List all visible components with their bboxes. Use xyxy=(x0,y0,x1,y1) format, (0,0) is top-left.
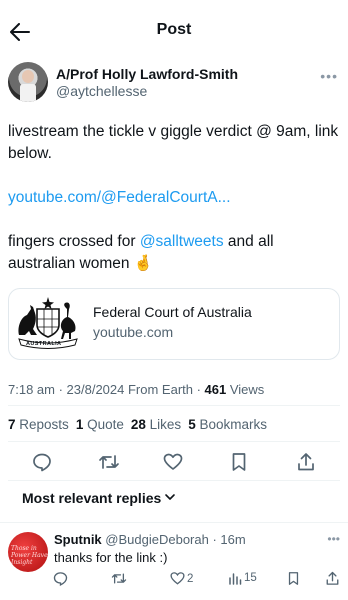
reply-header: Sputnik @BudgieDeborah · 16m xyxy=(54,532,246,547)
top-bar: Post xyxy=(0,0,348,60)
reply-separator: · xyxy=(208,532,221,547)
reply-like-count: 2 xyxy=(187,572,194,585)
reply-avatar-text: Those in Power Have Insight xyxy=(11,545,48,566)
divider xyxy=(8,480,340,481)
reply-action-bar: 2 15 xyxy=(0,571,348,589)
reply-avatar[interactable]: Those in Power Have Insight xyxy=(8,532,48,572)
views-label: Views xyxy=(226,382,265,397)
reply-bookmark-icon[interactable] xyxy=(287,571,300,586)
link-preview-card[interactable]: AUSTRALIA Federal Court of Australia you… xyxy=(8,288,340,360)
post-text-prefix: fingers crossed for xyxy=(8,233,140,250)
more-options-icon[interactable]: ••• xyxy=(320,68,338,84)
post-meta: 7:18 am · 23/8/2024 From Earth · 461 Vie… xyxy=(8,382,264,397)
card-title: Federal Court of Australia xyxy=(93,304,252,320)
reply-item[interactable]: Those in Power Have Insight Sputnik @Bud… xyxy=(0,522,348,600)
post-author: A/Prof Holly Lawford-Smith @aytchellesse… xyxy=(8,62,340,106)
reply-views-count: 15 xyxy=(244,572,257,584)
share-icon[interactable] xyxy=(292,448,320,476)
post-body: livestream the tickle v giggle verdict @… xyxy=(8,121,342,297)
views-chart-icon xyxy=(229,573,242,585)
bookmark-icon[interactable] xyxy=(225,448,253,476)
mention-link[interactable]: @salltweets xyxy=(140,233,224,250)
crossed-fingers-emoji: 🤞 xyxy=(133,255,154,272)
views-count: 461 xyxy=(204,382,227,397)
likes-stat[interactable]: 28 Likes xyxy=(131,417,181,432)
post-stats: 7 Reposts 1 Quote 28 Likes 5 Bookmarks xyxy=(8,417,267,432)
reply-more-options-icon[interactable]: ••• xyxy=(327,532,340,546)
post-timestamp: 7:18 am · 23/8/2024 From Earth · xyxy=(8,382,205,397)
post-text-line: livestream the tickle v giggle verdict @… xyxy=(8,123,339,162)
page-title: Post xyxy=(156,21,192,38)
repost-icon[interactable] xyxy=(95,448,123,476)
card-domain: youtube.com xyxy=(93,324,174,340)
logo-banner-text: AUSTRALIA xyxy=(26,341,62,347)
like-icon[interactable] xyxy=(159,448,187,476)
reply-reply-icon[interactable] xyxy=(53,571,68,586)
reply-author-name[interactable]: Sputnik xyxy=(54,532,102,547)
reply-text: thanks for the link :) xyxy=(54,550,168,565)
reply-time: 16m xyxy=(220,532,246,547)
reply-views-button[interactable]: 15 xyxy=(228,571,257,585)
reply-like-icon xyxy=(170,572,185,585)
reply-like-button[interactable]: 2 xyxy=(170,571,193,586)
reply-repost-icon[interactable] xyxy=(111,571,127,586)
divider xyxy=(8,441,340,442)
divider xyxy=(8,405,340,406)
reply-icon[interactable] xyxy=(28,448,56,476)
reposts-stat[interactable]: 7 Reposts xyxy=(8,417,69,432)
reply-author-handle[interactable]: @BudgieDeborah xyxy=(105,532,209,547)
action-bar xyxy=(0,448,348,476)
quotes-stat[interactable]: 1 Quote xyxy=(76,417,124,432)
reply-share-icon[interactable] xyxy=(325,571,340,586)
replies-sort-label[interactable]: Most relevant replies xyxy=(22,490,161,506)
chevron-down-icon[interactable] xyxy=(163,490,177,509)
bookmarks-stat[interactable]: 5 Bookmarks xyxy=(188,417,267,432)
coat-of-arms-logo: AUSTRALIA xyxy=(13,295,83,353)
author-name[interactable]: A/Prof Holly Lawford-Smith xyxy=(56,66,238,82)
author-avatar[interactable] xyxy=(8,62,48,102)
author-handle[interactable]: @aytchellesse xyxy=(56,83,147,99)
post-link[interactable]: youtube.com/@FederalCourtA... xyxy=(8,189,231,206)
